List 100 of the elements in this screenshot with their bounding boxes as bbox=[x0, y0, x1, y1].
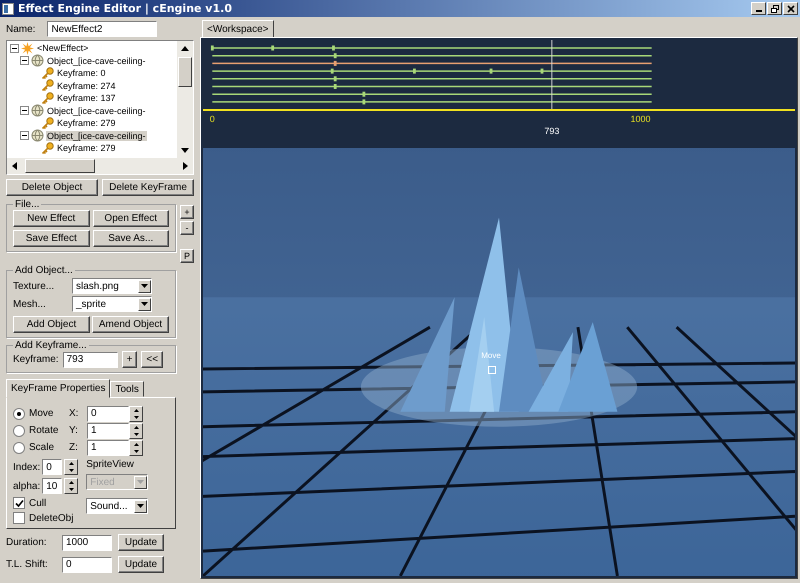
amend-object-button[interactable]: Amend Object bbox=[92, 316, 169, 333]
collapse-icon[interactable] bbox=[20, 131, 29, 140]
restore-button[interactable] bbox=[767, 2, 782, 15]
axis-field[interactable]: 1 bbox=[87, 440, 129, 456]
tick-label: 0 bbox=[210, 114, 215, 124]
collapse-icon[interactable] bbox=[20, 56, 29, 66]
scroll-thumb[interactable] bbox=[178, 57, 192, 87]
tab[interactable]: Tools bbox=[110, 381, 144, 397]
spin-button[interactable] bbox=[129, 406, 143, 422]
left-arrow-icon[interactable] bbox=[12, 162, 17, 170]
app-icon bbox=[2, 2, 14, 14]
tick-label: 1000 bbox=[630, 114, 650, 124]
keyframe-label: Keyframe: bbox=[13, 354, 59, 365]
down-arrow-icon[interactable] bbox=[181, 148, 189, 153]
sound-dropdown[interactable]: Sound... bbox=[86, 498, 148, 514]
key-icon bbox=[41, 116, 54, 130]
shift-label: T.L. Shift: bbox=[6, 559, 49, 570]
spin-button[interactable] bbox=[64, 478, 78, 494]
up-arrow-icon[interactable] bbox=[181, 46, 189, 51]
tree-item[interactable]: Object_[ice-cave-ceiling- bbox=[46, 130, 147, 141]
collapse-icon[interactable] bbox=[20, 106, 29, 116]
up-arrow-icon bbox=[68, 481, 74, 484]
tab[interactable]: KeyFrame Properties bbox=[6, 379, 110, 398]
texture-dropdown[interactable]: slash.png bbox=[72, 278, 152, 294]
spin-button[interactable] bbox=[64, 459, 78, 475]
small-button[interactable]: P bbox=[180, 249, 194, 263]
tree-item[interactable]: <NewEffect> bbox=[36, 43, 90, 54]
tree-item[interactable]: Object_[ice-cave-ceiling- bbox=[46, 106, 147, 116]
transform-radio[interactable]: Scale bbox=[13, 442, 65, 454]
tree-item[interactable]: Keyframe: 279 bbox=[56, 143, 117, 154]
up-arrow-icon bbox=[134, 408, 138, 412]
small-button[interactable]: + bbox=[180, 205, 194, 219]
close-button[interactable] bbox=[783, 2, 798, 15]
index-label: Index: bbox=[13, 462, 40, 472]
alpha-label: alpha: bbox=[13, 480, 40, 492]
file-button[interactable]: Open Effect bbox=[92, 210, 169, 227]
delete-keyframe-button[interactable]: Delete KeyFrame bbox=[102, 179, 194, 196]
duration-field[interactable]: 1000 bbox=[62, 534, 112, 550]
dropdown-arrow-icon bbox=[141, 302, 148, 306]
key-icon bbox=[41, 142, 54, 155]
checkbox[interactable]: DeleteObj bbox=[13, 512, 78, 524]
tree-item[interactable]: Keyframe: 0 bbox=[56, 68, 107, 78]
key-icon bbox=[41, 66, 54, 80]
minimize-button[interactable] bbox=[751, 2, 766, 15]
add-object-button[interactable]: Add Object bbox=[13, 316, 90, 333]
dropdown-arrow-icon bbox=[137, 504, 144, 508]
up-arrow-icon bbox=[134, 442, 138, 446]
restore-icon bbox=[770, 4, 778, 12]
collapse-icon[interactable] bbox=[10, 44, 19, 53]
mesh-label: Mesh... bbox=[13, 298, 47, 310]
up-arrow-icon bbox=[134, 426, 138, 428]
sphere-icon bbox=[31, 104, 44, 118]
file-button[interactable]: Save Effect bbox=[13, 230, 90, 247]
vertical-scrollbar[interactable] bbox=[177, 41, 193, 158]
tree-item[interactable]: Keyframe: 137 bbox=[56, 93, 117, 104]
transform-radio[interactable]: Rotate bbox=[13, 424, 65, 436]
star-burst-icon bbox=[21, 42, 34, 55]
down-arrow-icon bbox=[134, 416, 138, 418]
keyframe-button[interactable]: << bbox=[141, 351, 164, 368]
spin-button[interactable] bbox=[129, 440, 143, 456]
horizontal-scrollbar[interactable] bbox=[7, 158, 193, 174]
keyframe-button[interactable]: + bbox=[122, 351, 138, 368]
file-button[interactable]: New Effect bbox=[13, 210, 90, 227]
down-arrow-icon bbox=[68, 469, 74, 472]
cursor-label: 793 bbox=[544, 126, 560, 136]
dropdown-arrow-icon bbox=[137, 480, 144, 484]
sphere-icon bbox=[31, 129, 44, 142]
axis-field[interactable]: 0 bbox=[87, 406, 129, 422]
texture-label: Texture... bbox=[13, 280, 56, 292]
key-icon bbox=[41, 92, 54, 105]
transform-radio[interactable]: Move bbox=[13, 408, 65, 420]
shift-field[interactable]: 0 bbox=[62, 556, 112, 572]
close-icon bbox=[786, 4, 794, 12]
down-arrow-icon bbox=[68, 488, 74, 491]
index-field[interactable]: 0 bbox=[42, 459, 62, 475]
name-field[interactable]: NewEffect2 bbox=[47, 21, 158, 37]
axis-label: Y: bbox=[69, 425, 79, 436]
axis-label: Z: bbox=[69, 442, 79, 453]
axis-field[interactable]: 1 bbox=[87, 422, 129, 438]
mesh-dropdown[interactable]: _sprite bbox=[72, 296, 152, 312]
spin-button[interactable] bbox=[129, 422, 143, 438]
scroll-thumb[interactable] bbox=[25, 159, 95, 173]
file-button[interactable]: Save As... bbox=[92, 230, 169, 247]
alpha-field[interactable]: 10 bbox=[42, 478, 62, 494]
key-icon bbox=[41, 79, 54, 92]
keyframe-field[interactable]: 793 bbox=[62, 352, 118, 368]
update-button[interactable]: Update bbox=[118, 556, 164, 573]
group-title: Add Object... bbox=[14, 265, 74, 276]
window-title: Effect Engine Editor | cEngine v1.0 bbox=[18, 2, 232, 15]
right-arrow-icon[interactable] bbox=[183, 162, 188, 170]
tree-item[interactable]: Keyframe: 279 bbox=[56, 118, 117, 128]
up-arrow-icon bbox=[68, 462, 74, 465]
delete-object-button[interactable]: Delete Object bbox=[6, 179, 98, 196]
down-arrow-icon bbox=[134, 450, 138, 452]
small-button[interactable]: - bbox=[180, 221, 194, 235]
tree-item[interactable]: Object_[ice-cave-ceiling- bbox=[46, 56, 147, 66]
update-button[interactable]: Update bbox=[118, 534, 164, 551]
checkbox[interactable]: Cull bbox=[13, 497, 78, 509]
tree-item[interactable]: Keyframe: 274 bbox=[56, 80, 117, 91]
move-handle[interactable] bbox=[488, 366, 496, 374]
